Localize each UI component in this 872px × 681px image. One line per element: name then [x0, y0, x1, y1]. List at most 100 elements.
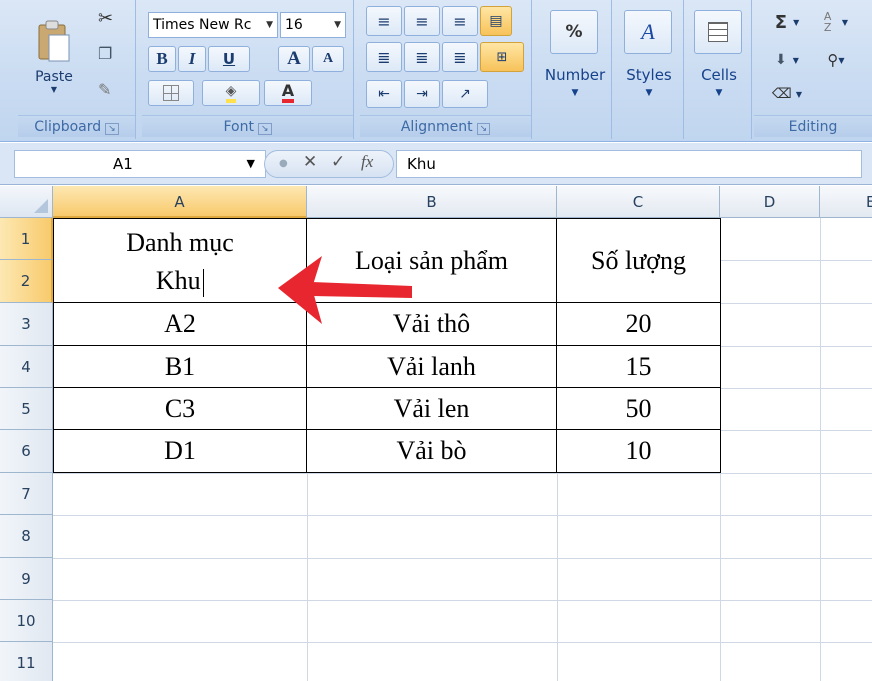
- autosum-button[interactable]: Σ ▼: [762, 8, 812, 36]
- cell-a1-line1: Danh mục: [126, 227, 234, 257]
- number-format-button[interactable]: %: [550, 10, 598, 54]
- row-header-6[interactable]: 6: [0, 430, 53, 473]
- paste-button[interactable]: Paste ▼: [28, 4, 80, 108]
- font-size-value: 16: [285, 17, 303, 33]
- ribbon: Paste ▼ ✂ ❐ ✎ Clipboard ↘ Times New Rc ▼ 1…: [0, 0, 872, 142]
- italic-button[interactable]: I: [178, 46, 206, 72]
- row-header-11[interactable]: 11: [0, 642, 53, 681]
- borders-button[interactable]: [148, 80, 194, 106]
- chevron-down-icon[interactable]: ▼: [247, 151, 255, 177]
- row-header-5[interactable]: 5: [0, 388, 53, 430]
- editing-label: Editing: [788, 119, 838, 135]
- gridline: [720, 303, 872, 304]
- align-right-button[interactable]: ≣: [442, 42, 478, 72]
- cells-label[interactable]: Cells: [686, 66, 752, 84]
- row-header-1[interactable]: 1: [0, 218, 53, 260]
- select-all-button[interactable]: [0, 186, 53, 218]
- row-header-10[interactable]: 10: [0, 600, 53, 642]
- table-cell-c4[interactable]: 15: [557, 346, 720, 387]
- format-painter-icon[interactable]: ✎: [98, 80, 111, 99]
- font-name-select[interactable]: Times New Rc ▼: [148, 12, 278, 38]
- arrow-shaft: [312, 282, 412, 298]
- row-header-2[interactable]: 2: [0, 260, 53, 303]
- cells-button[interactable]: [694, 10, 742, 54]
- gridline: [720, 473, 721, 681]
- table-cell-c6[interactable]: 10: [557, 430, 720, 472]
- row-header-8[interactable]: 8: [0, 515, 53, 558]
- name-box[interactable]: A1 ▼: [14, 150, 266, 178]
- dialog-launcher-icon[interactable]: ↘: [105, 123, 119, 135]
- middle-align-button[interactable]: ≡: [404, 6, 440, 36]
- increase-indent-button[interactable]: ⇥: [404, 80, 440, 108]
- font-size-select[interactable]: 16 ▼: [280, 12, 346, 38]
- orientation-button[interactable]: ↗: [442, 80, 488, 108]
- bottom-align-button[interactable]: ≡: [442, 6, 478, 36]
- merge-icon: ⊞: [496, 49, 508, 65]
- wrap-text-button[interactable]: ▤: [480, 6, 512, 36]
- align-middle-icon: ≡: [415, 11, 429, 31]
- worksheet-grid[interactable]: A B C D E 1 2 3 4 5 6 7 8 9 10 11 Danh m…: [0, 186, 872, 681]
- insert-function-icon[interactable]: fx: [361, 152, 373, 172]
- table-cell-c3[interactable]: 20: [557, 303, 720, 345]
- chevron-down-icon: ▼: [715, 88, 723, 98]
- copy-icon[interactable]: ❐: [98, 44, 112, 63]
- align-left-icon: ≣: [377, 47, 391, 67]
- borders-icon: [163, 85, 179, 101]
- styles-label[interactable]: Styles: [614, 66, 684, 84]
- table-cell-b6[interactable]: Vải bò: [307, 430, 556, 472]
- column-header-e[interactable]: E: [820, 186, 872, 218]
- dialog-launcher-icon[interactable]: ↘: [257, 123, 272, 135]
- clear-button[interactable]: ⌫ ▼: [762, 80, 812, 108]
- font-color-button[interactable]: A: [264, 80, 312, 106]
- align-left-button[interactable]: ≣: [366, 42, 402, 72]
- formula-input[interactable]: Khu: [396, 150, 862, 178]
- gridline: [307, 473, 308, 681]
- bold-button[interactable]: B: [148, 46, 176, 72]
- table-cell-a5[interactable]: C3: [54, 388, 306, 429]
- gridline: [720, 388, 872, 389]
- row-header-3[interactable]: 3: [0, 303, 53, 346]
- dialog-launcher-icon[interactable]: ↘: [476, 123, 491, 135]
- underline-button[interactable]: U: [208, 46, 250, 72]
- gridline: [720, 430, 872, 431]
- styles-button[interactable]: A: [624, 10, 672, 54]
- find-select-button[interactable]: ⚲ ▼: [812, 46, 860, 74]
- enter-icon[interactable]: ✓: [331, 152, 345, 172]
- font-color-icon: A: [281, 83, 295, 103]
- font-group: Times New Rc ▼ 16 ▼ B I U A A ◈ A Font ↘: [142, 0, 354, 139]
- cancel-icon[interactable]: ✕: [303, 152, 317, 172]
- formula-bar: A1 ▼ ● ✕ ✓ fx Khu: [0, 143, 872, 185]
- table-cell-a3[interactable]: A2: [54, 303, 306, 345]
- top-align-button[interactable]: ≡: [366, 6, 402, 36]
- fill-color-button[interactable]: ◈: [202, 80, 260, 106]
- sum-icon: Σ: [774, 11, 788, 33]
- column-header-c[interactable]: C: [557, 186, 720, 218]
- gridline: [53, 600, 872, 601]
- table-cell-c5[interactable]: 50: [557, 388, 720, 429]
- chevron-down-icon: ▼: [266, 20, 273, 30]
- cut-icon[interactable]: ✂: [98, 8, 113, 29]
- gridline: [53, 642, 872, 643]
- name-box-value: A1: [113, 155, 133, 173]
- number-label[interactable]: Number: [538, 66, 612, 84]
- merge-center-button[interactable]: ⊞: [480, 42, 524, 72]
- grow-font-button[interactable]: A: [278, 46, 310, 72]
- sort-filter-button[interactable]: A Z ▼: [812, 8, 860, 36]
- table-cell-b4[interactable]: Vải lanh: [307, 346, 556, 387]
- table-cell-a6[interactable]: D1: [54, 430, 306, 472]
- column-header-d[interactable]: D: [720, 186, 820, 218]
- fill-button[interactable]: ⬇ ▼: [762, 46, 812, 74]
- row-header-4[interactable]: 4: [0, 346, 53, 388]
- row-header-7[interactable]: 7: [0, 473, 53, 515]
- chevron-down-icon: ▼: [838, 55, 845, 65]
- decrease-indent-button[interactable]: ⇤: [366, 80, 402, 108]
- column-header-a[interactable]: A: [53, 186, 307, 218]
- cell-c1[interactable]: Số lượng: [557, 219, 720, 302]
- table-cell-b5[interactable]: Vải len: [307, 388, 556, 429]
- shrink-font-button[interactable]: A: [312, 46, 344, 72]
- row-header-9[interactable]: 9: [0, 558, 53, 600]
- center-button[interactable]: ≣: [404, 42, 440, 72]
- table-cell-a4[interactable]: B1: [54, 346, 306, 387]
- cell-a1-editing[interactable]: Danh mục Khu: [54, 219, 306, 302]
- column-header-b[interactable]: B: [307, 186, 557, 218]
